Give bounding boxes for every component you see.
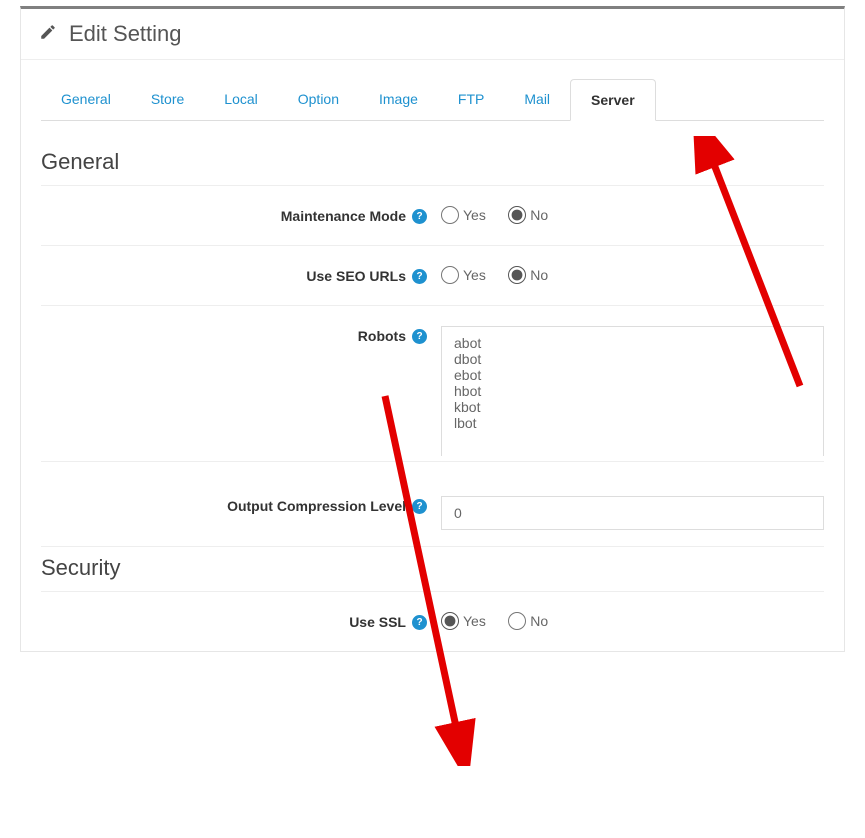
compression-row: Output Compression Level ? — [41, 461, 824, 547]
section-general-title: General — [41, 141, 824, 186]
tab-server[interactable]: Server — [570, 79, 656, 121]
maintenance-yes-radio[interactable] — [441, 206, 459, 224]
compression-input[interactable] — [441, 496, 824, 530]
ssl-row: Use SSL ? Yes No — [41, 592, 824, 651]
robots-row: Robots ? — [41, 306, 824, 461]
seo-urls-row: Use SEO URLs ? Yes No — [41, 246, 824, 306]
tab-option[interactable]: Option — [278, 79, 359, 121]
help-icon[interactable]: ? — [412, 499, 427, 514]
tab-mail[interactable]: Mail — [504, 79, 570, 121]
tab-ftp[interactable]: FTP — [438, 79, 504, 121]
ssl-no-option[interactable]: No — [508, 612, 548, 630]
seo-yes-radio[interactable] — [441, 266, 459, 284]
tab-image[interactable]: Image — [359, 79, 438, 121]
tab-bar: General Store Local Option Image FTP Mai… — [41, 78, 824, 121]
ssl-no-radio[interactable] — [508, 612, 526, 630]
maintenance-label: Maintenance Mode — [281, 208, 406, 224]
help-icon[interactable]: ? — [412, 329, 427, 344]
page-title: Edit Setting — [69, 21, 182, 47]
ssl-yes-option[interactable]: Yes — [441, 612, 486, 630]
ssl-label: Use SSL — [349, 614, 406, 630]
maintenance-no-option[interactable]: No — [508, 206, 548, 224]
pencil-icon — [39, 23, 57, 46]
help-icon[interactable]: ? — [412, 615, 427, 630]
maintenance-no-radio[interactable] — [508, 206, 526, 224]
tab-store[interactable]: Store — [131, 79, 204, 121]
seo-no-option[interactable]: No — [508, 266, 548, 284]
tab-general[interactable]: General — [41, 79, 131, 121]
settings-panel: Edit Setting General Store Local Option … — [20, 6, 845, 652]
tab-local[interactable]: Local — [204, 79, 277, 121]
compression-label: Output Compression Level — [227, 498, 406, 514]
help-icon[interactable]: ? — [412, 269, 427, 284]
seo-label: Use SEO URLs — [306, 268, 406, 284]
ssl-yes-radio[interactable] — [441, 612, 459, 630]
panel-body: General Store Local Option Image FTP Mai… — [21, 60, 844, 651]
maintenance-yes-option[interactable]: Yes — [441, 206, 486, 224]
section-security-title: Security — [41, 547, 824, 592]
maintenance-mode-row: Maintenance Mode ? Yes No — [41, 186, 824, 246]
help-icon[interactable]: ? — [412, 209, 427, 224]
robots-textarea[interactable] — [441, 326, 824, 456]
robots-label: Robots — [358, 328, 406, 344]
panel-header: Edit Setting — [21, 9, 844, 60]
seo-yes-option[interactable]: Yes — [441, 266, 486, 284]
seo-no-radio[interactable] — [508, 266, 526, 284]
